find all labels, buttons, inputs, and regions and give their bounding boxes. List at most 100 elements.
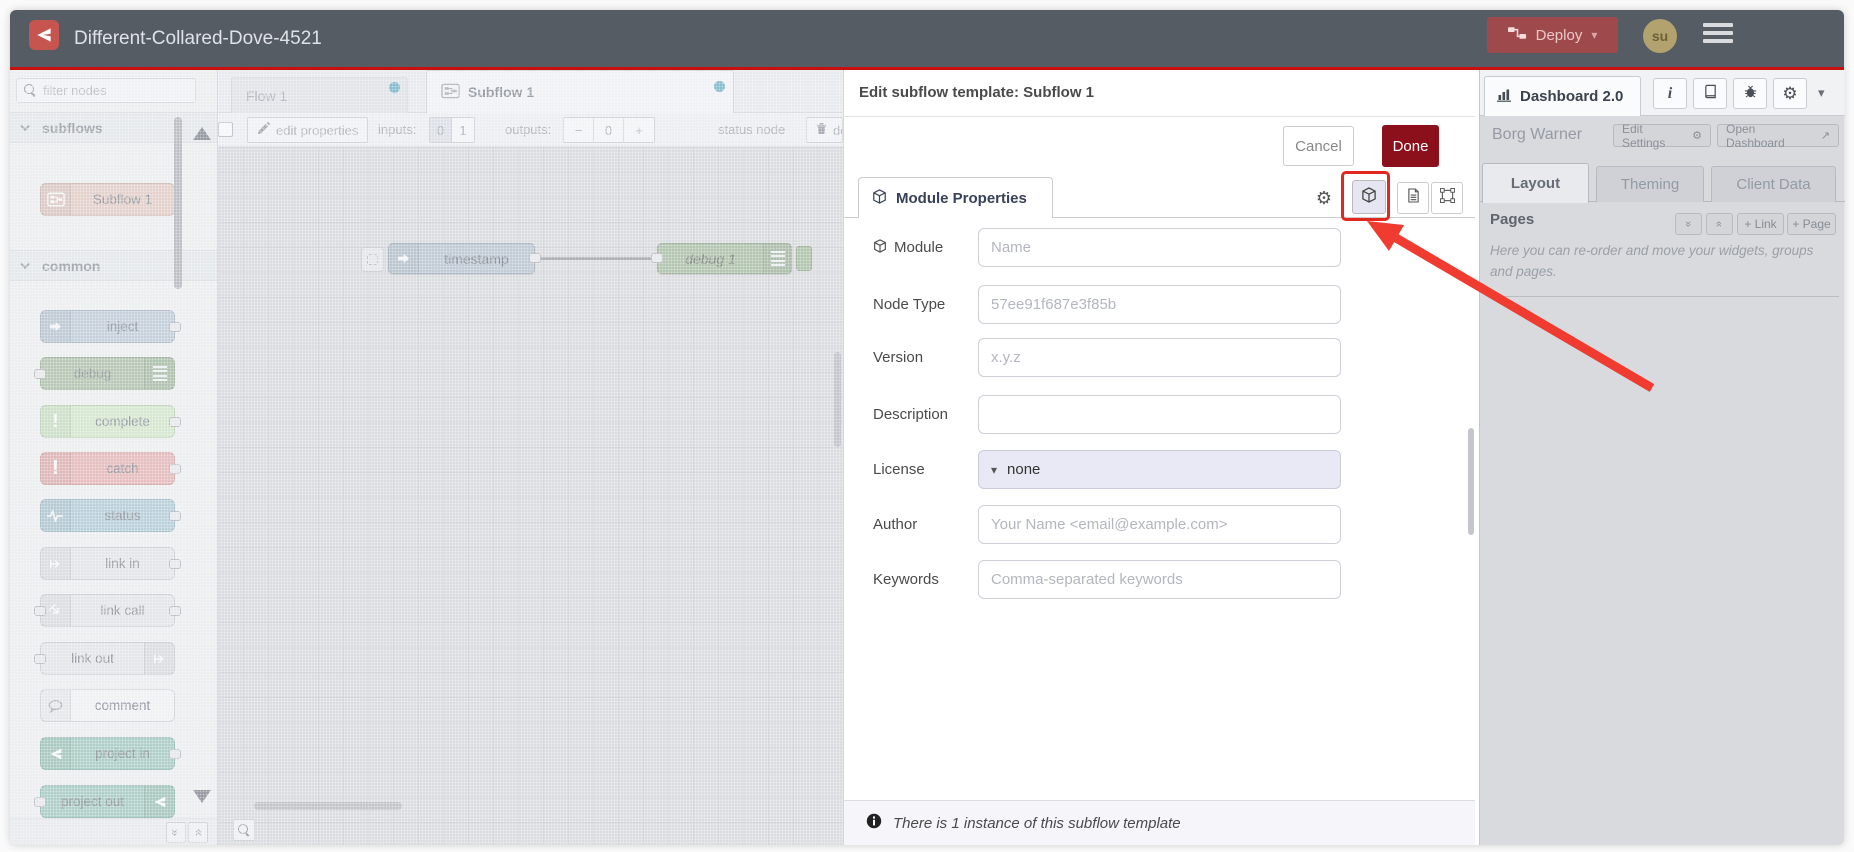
palette-scrollbar[interactable] [174,117,182,289]
palette-node-complete[interactable]: ! complete [40,405,181,438]
settings-gear-button[interactable]: ⚙ [1773,78,1807,109]
inputs-option-0[interactable]: 0 [430,118,452,142]
palette-node-project-in[interactable]: project in [40,737,181,770]
annotation-highlight-box [1341,171,1390,221]
canvas-node-timestamp[interactable]: timestamp [388,243,541,274]
wire[interactable] [540,257,657,260]
palette-category-subflows[interactable]: subflows [10,112,217,143]
chevron-down-icon [20,259,31,270]
deploy-caret-icon[interactable]: ▾ [1591,28,1597,42]
module-field-label: Module [873,228,983,267]
done-button[interactable]: Done [1382,125,1439,167]
add-page-button[interactable]: + Page [1787,213,1836,235]
module-field[interactable] [978,228,1341,267]
properties-gear-button[interactable]: ⚙ [1308,182,1340,214]
canvas-search-button[interactable] [233,819,255,841]
tab-dashboard-2[interactable]: Dashboard 2.0 [1484,76,1641,116]
pages-help-text: Here you can re-order and move your widg… [1490,243,1814,279]
deploy-label: Deploy [1535,26,1583,44]
palette-node-link-in[interactable]: link in [40,547,181,580]
palette-filter-input[interactable]: filter nodes [16,78,196,103]
author-field[interactable] [978,505,1341,544]
help-book-button[interactable] [1693,78,1727,109]
palette-category-common[interactable]: common [10,250,217,281]
gear-icon: ⚙ [1315,187,1333,208]
palette-scroll-up-icon[interactable] [193,127,211,140]
appearance-button[interactable] [1431,182,1463,214]
input-port[interactable] [651,253,663,263]
palette-node-debug[interactable]: debug [34,357,175,390]
main-menu-button[interactable] [1703,23,1733,47]
canvas-node-debug-1[interactable]: debug 1 [651,243,792,274]
palette-node-comment[interactable]: comment [40,689,175,722]
bar-chart-icon [1496,88,1512,106]
palette-node-subflow1[interactable]: Subflow 1 [40,183,175,216]
status-node-checkbox[interactable] [218,122,233,137]
inputs-label: inputs: [378,122,417,137]
palette-node-catch[interactable]: ! catch [40,452,181,485]
output-port [169,749,181,759]
keywords-field[interactable] [978,560,1341,599]
edit-properties-button[interactable]: edit properties [247,117,369,143]
subflow-input-stub[interactable] [361,247,384,272]
flow-canvas[interactable]: timestamp debug 1 [218,147,843,845]
output-port[interactable] [529,253,541,263]
input-port [34,797,46,807]
add-link-button[interactable]: + Link [1737,213,1784,235]
delete-subflow-button[interactable]: delete subflow [806,117,843,143]
canvas-vertical-scrollbar[interactable] [834,352,841,447]
stub-port-icon [367,254,378,265]
outputs-decrement-button[interactable]: − [564,118,594,142]
node-type-field[interactable] [978,285,1341,324]
palette-node-link-call[interactable]: link call [34,594,181,627]
open-dashboard-button[interactable]: Open Dashboard ↗ [1717,122,1839,150]
expand-categories-button[interactable]: » [188,822,208,843]
palette-scroll-down-icon[interactable] [193,790,211,803]
dialog-footer: There is 1 instance of this subflow temp… [844,800,1475,845]
search-icon [24,84,37,97]
pages-section-title: Pages [1490,211,1535,228]
canvas-horizontal-scrollbar[interactable] [254,802,402,810]
deploy-button[interactable]: Deploy ▾ [1487,17,1618,53]
info-button[interactable]: i [1653,78,1687,109]
palette-node-project-out[interactable]: project out [34,785,175,818]
debug-bug-button[interactable] [1733,78,1767,109]
palette-node-link-out[interactable]: link out [34,642,175,675]
node-red-icon [41,738,71,769]
description-button[interactable] [1397,182,1429,214]
tab-layout[interactable]: Layout [1482,163,1589,203]
screen: Different-Collared-Dove-4521 Deploy ▾ su… [0,0,1854,852]
palette-node-status[interactable]: status [40,499,181,532]
dashboard-project-name: Borg Warner [1492,126,1583,143]
right-sidebar: Dashboard 2.0 i ⚙ ▾ Borg Warner Edit Set… [1479,70,1845,845]
tab-client-data[interactable]: Client Data [1711,166,1836,202]
license-select[interactable]: ▾ none [978,450,1341,489]
gear-icon: ⚙ [1692,130,1702,142]
tab-module-properties[interactable]: Module Properties [858,177,1053,218]
outputs-increment-button[interactable]: + [624,118,654,142]
debug-toggle-button[interactable] [796,246,812,271]
cancel-button[interactable]: Cancel [1283,126,1354,166]
node-palette: filter nodes subflows Subflow 1 common i… [10,70,218,845]
move-down-button[interactable]: » [1706,213,1733,235]
outputs-value[interactable]: 0 [594,118,624,142]
filter-placeholder: filter nodes [43,83,107,98]
palette-node-inject[interactable]: inject [40,310,181,343]
inputs-option-1[interactable]: 1 [452,118,474,142]
tab-flow-1[interactable]: Flow 1 [231,77,408,113]
version-field[interactable] [978,338,1341,377]
status-wave-icon [41,500,71,531]
tab-theming[interactable]: Theming [1596,166,1704,202]
node-red-icon [144,786,174,817]
edit-settings-button[interactable]: Edit Settings ⚙ [1613,122,1711,150]
move-up-button[interactable]: » [1675,213,1702,235]
user-avatar[interactable]: su [1643,19,1677,53]
dialog-scrollbar[interactable] [1468,428,1474,535]
sidebar-caret-icon[interactable]: ▾ [1818,85,1825,101]
tab-subflow-1[interactable]: Subflow 1 [426,70,734,113]
subflow-icon [41,184,71,215]
link-icon [144,643,174,674]
dialog-title: Edit subflow template: Subflow 1 [859,84,1095,101]
description-field[interactable] [978,395,1341,434]
collapse-categories-button[interactable]: » [166,822,186,843]
